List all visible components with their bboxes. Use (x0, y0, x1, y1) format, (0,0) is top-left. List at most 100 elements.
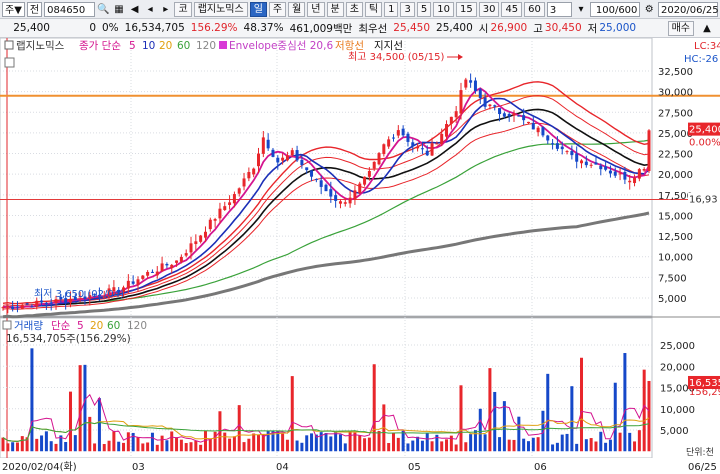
legend-toggle-icon[interactable] (4, 40, 14, 50)
candle-body (512, 113, 516, 116)
buy-button[interactable]: 매수 (667, 21, 694, 36)
candle-body (1, 307, 5, 309)
minute-1[interactable]: 1 (384, 1, 399, 17)
candle-body (498, 108, 502, 115)
minute-60[interactable]: 60 (524, 1, 545, 17)
range-input[interactable]: 100/600 (589, 1, 641, 17)
x-month-03: 03 (132, 462, 145, 473)
candle-body (141, 275, 145, 279)
volume-ma20: 20 (90, 320, 103, 332)
speaker-icon[interactable]: ◀ (128, 2, 142, 17)
tab-minute[interactable]: 분 (326, 1, 344, 17)
volume-bar (633, 441, 637, 452)
volume-bar (112, 431, 116, 452)
grid-icon[interactable]: ▦ (112, 2, 126, 17)
tab-year[interactable]: 년 (307, 1, 325, 17)
volume-legend-label: 거래량 (14, 320, 43, 332)
candle-body (49, 302, 53, 304)
volume-bar (483, 434, 487, 452)
volume-bar (343, 443, 347, 452)
collapse-icon[interactable]: ▲ (700, 21, 714, 36)
price-tick-label: 25,000 (658, 129, 693, 140)
volume-pane-icon[interactable] (2, 320, 12, 330)
chevron-left-icon[interactable]: ◂ (143, 2, 157, 17)
volume-bar (411, 440, 415, 452)
tab-day[interactable]: 일 (249, 1, 267, 17)
volume-bar (420, 440, 424, 452)
minute-30[interactable]: 30 (478, 1, 500, 17)
chevron-right-icon[interactable]: ▸ (159, 2, 173, 17)
volume-bar (555, 442, 559, 452)
candle-body (189, 243, 193, 253)
volume-bar (565, 433, 569, 452)
volume-bar (184, 443, 188, 452)
volume-tick-label: 10,000 (660, 405, 695, 416)
volume-bar (613, 382, 617, 452)
stock-prefix-button[interactable]: 코 (174, 1, 192, 17)
volume-bar (208, 438, 212, 452)
minute-5[interactable]: 5 (416, 1, 432, 17)
x-last-date: 06/25 (688, 462, 717, 473)
volume-bar (363, 438, 367, 452)
hc-readout: HC:-26 (684, 54, 718, 65)
settings-icon[interactable]: ⚙ (642, 2, 656, 17)
stock-name-button[interactable]: 랩지노믹스 (193, 1, 248, 17)
volume-bar (589, 438, 593, 452)
tab-month[interactable]: 월 (288, 1, 306, 17)
best-ask: 25,450 (393, 22, 431, 34)
volume-bar (570, 386, 574, 452)
volume-bar (348, 431, 352, 452)
minute-3[interactable]: 3 (400, 1, 415, 17)
tab-week[interactable]: 주 (268, 1, 287, 17)
candle-body (396, 130, 400, 136)
candle-body (194, 241, 198, 245)
candle-body (208, 219, 212, 230)
best-label: 최우선 (358, 22, 388, 35)
volume-bar (464, 442, 468, 452)
candle-body (372, 161, 376, 169)
stock-code-input[interactable]: 084650 (44, 1, 95, 17)
volume-bar (300, 442, 304, 452)
volume-bar (425, 433, 429, 452)
volume-bar (334, 432, 338, 452)
stock-chart[interactable]: 32,500 30,000 27,500 25,000 22,500 20,000 17,5… (0, 38, 720, 474)
pane-menu-icon[interactable] (4, 57, 15, 68)
price-tick-label: 30,000 (658, 88, 693, 99)
tab-second[interactable]: 초 (345, 1, 363, 17)
candle-body (261, 137, 265, 154)
market-select[interactable]: 주▼ (2, 1, 25, 17)
candle-body (642, 169, 646, 171)
open-value: 26,900 (490, 22, 528, 34)
candle-body (266, 139, 270, 149)
legend-envelope: Envelope중심선 20,6 (229, 40, 333, 52)
candle-body (310, 170, 314, 177)
market-value: 주 (5, 4, 15, 16)
minute-45[interactable]: 45 (501, 1, 523, 17)
date-input[interactable]: 2020/06/25 (657, 1, 719, 17)
volume-bar (35, 438, 39, 452)
search-icon[interactable]: 🔍 (97, 2, 111, 17)
minute-15[interactable]: 15 (455, 1, 477, 17)
candle-body (459, 90, 463, 114)
volume-bar (189, 442, 193, 452)
candle-body (228, 202, 232, 205)
spinner-icon[interactable]: ▾ (574, 2, 588, 17)
legend-ma60: 60 (177, 40, 190, 52)
count-input[interactable]: 3 (546, 1, 573, 17)
volume-tick-label: 5,000 (660, 426, 689, 437)
tab-tick[interactable]: 틱 (364, 1, 383, 17)
volume-bar (391, 433, 395, 452)
volume-bar (575, 443, 579, 452)
volume-bar (213, 431, 217, 452)
minute-10[interactable]: 10 (433, 1, 454, 17)
candle-body (25, 303, 29, 305)
candle-body (526, 121, 530, 124)
type-select[interactable]: 전 (26, 1, 43, 17)
candle-body (20, 305, 24, 309)
candle-body (175, 260, 179, 263)
volume-bar (445, 439, 449, 452)
high-value: 30,450 (544, 22, 582, 34)
volume-bar (618, 432, 622, 452)
candle-body (425, 150, 429, 156)
volume-bar (551, 444, 555, 452)
